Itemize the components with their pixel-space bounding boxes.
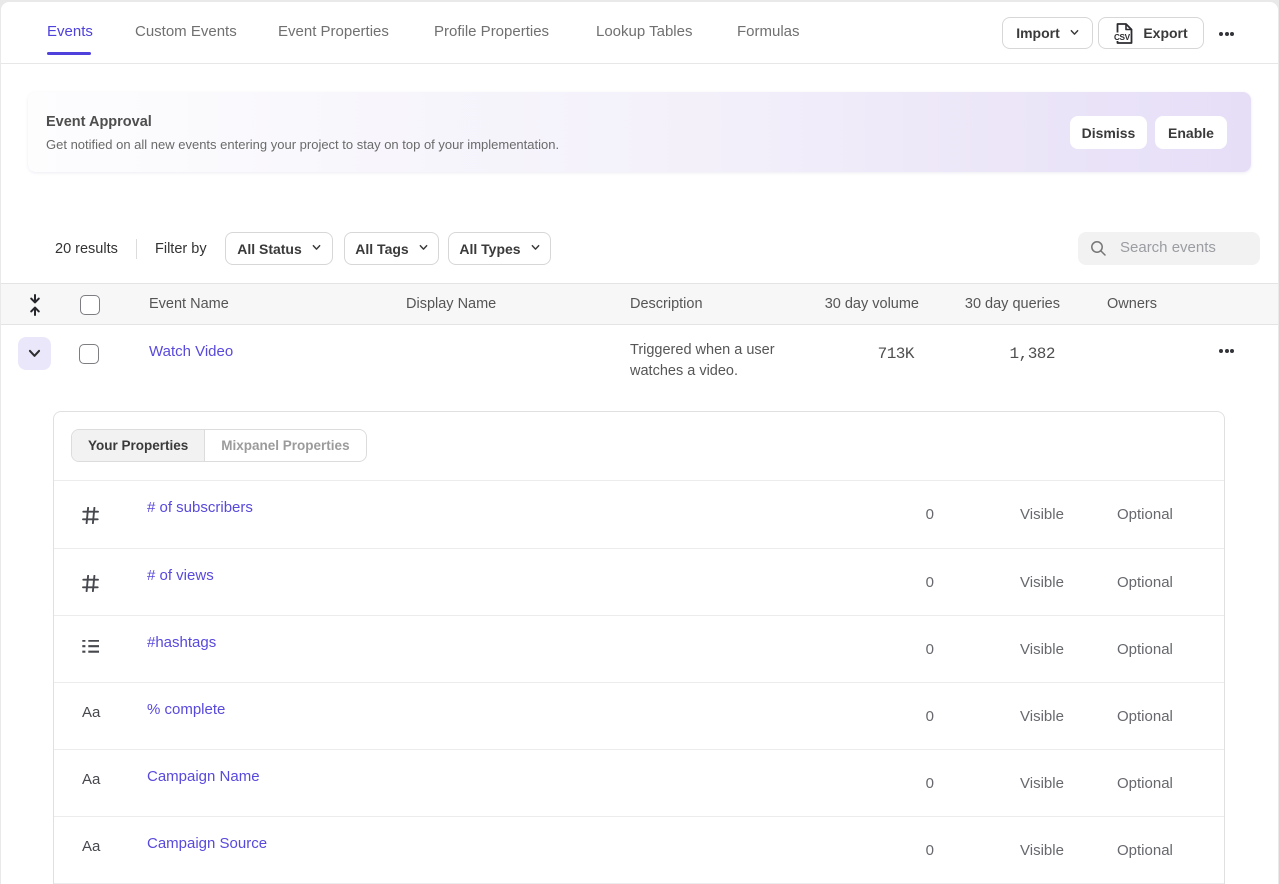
svg-text:CSV: CSV: [1114, 33, 1131, 42]
